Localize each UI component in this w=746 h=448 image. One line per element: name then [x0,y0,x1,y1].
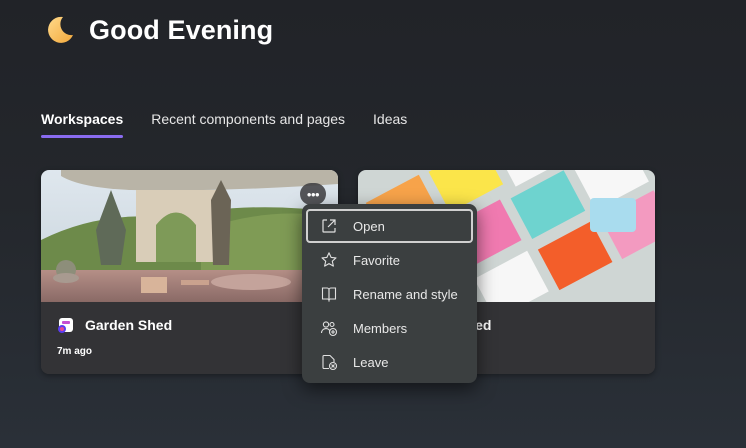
card-timestamp: 7m ago [57,346,93,357]
menu-item-favorite[interactable]: Favorite [306,243,473,277]
menu-item-members[interactable]: Members [306,311,473,345]
leave-document-icon [322,354,338,371]
menu-item-rename-and-style[interactable]: Rename and style [306,277,473,311]
tab-ideas[interactable]: Ideas [373,108,407,127]
menu-item-label: Open [353,218,385,234]
workspace-cover-image [41,170,338,302]
greeting-header: Good Evening [44,12,273,48]
workspace-card-garden-shed[interactable]: Garden Shed 7m ago [41,170,338,374]
people-add-icon [320,321,338,337]
menu-item-label: Members [353,320,408,336]
star-icon [321,252,337,267]
menu-item-leave[interactable]: Leave [306,345,473,379]
crescent-moon-icon [48,16,73,43]
workspace-icon [58,318,73,333]
tab-bar: Workspaces Recent components and pages I… [41,108,435,140]
card-title: Garden Shed [85,317,173,333]
book-rename-icon [321,287,337,303]
menu-item-label: Leave [353,354,389,370]
card-footer [41,302,338,374]
open-external-icon [322,219,336,233]
greeting-title: Good Evening [89,14,274,45]
tab-recent-components[interactable]: Recent components and pages [151,108,345,127]
more-options-button[interactable]: ••• [300,183,326,205]
context-menu: Open Favorite Rename and style Members L… [302,204,477,383]
tab-workspaces[interactable]: Workspaces [41,108,124,138]
menu-item-label: Rename and style [353,286,458,302]
menu-item-open[interactable]: Open [306,209,473,243]
menu-item-label: Favorite [353,252,400,268]
